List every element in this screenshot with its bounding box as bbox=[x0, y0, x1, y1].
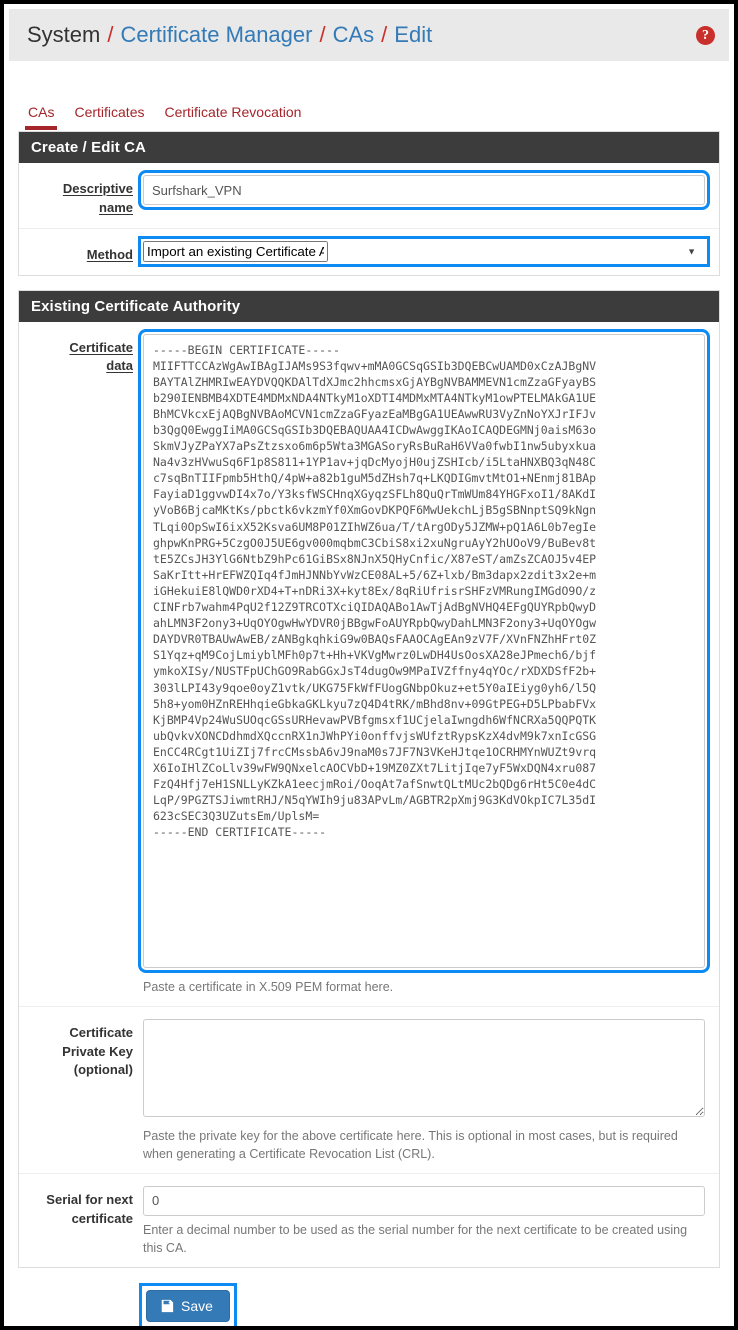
breadcrumb-separator: / bbox=[107, 22, 114, 47]
form-row-descriptive-name: Descriptive name bbox=[19, 163, 719, 229]
method-select[interactable] bbox=[143, 240, 328, 262]
tab-certificate-revocation[interactable]: Certificate Revocation bbox=[154, 104, 311, 130]
help-certificate-data: Paste a certificate in X.509 PEM format … bbox=[143, 979, 394, 994]
breadcrumb-item-edit[interactable]: Edit bbox=[394, 22, 432, 48]
breadcrumb-item-cas[interactable]: CAs bbox=[333, 22, 375, 48]
panel-body-create-edit-ca: Descriptive name Method ▼ bbox=[19, 163, 719, 275]
label-certificate-data-line1: Certificate bbox=[69, 339, 133, 355]
tab-bar: CAs Certificates Certificate Revocation bbox=[4, 75, 734, 131]
label-descriptive-name-line1: Descriptive bbox=[62, 181, 133, 196]
label-private-key-line3: (optional) bbox=[73, 1062, 133, 1078]
form-row-serial: Serial for next certificate Enter a deci… bbox=[19, 1174, 719, 1267]
breadcrumb-item-certificate-manager[interactable]: Certificate Manager bbox=[120, 22, 312, 48]
panel-body-existing-ca: Certificate data -----BEGIN CERTIFICATE-… bbox=[19, 321, 719, 1268]
breadcrumb-separator: / bbox=[319, 22, 326, 47]
certificate-data-textarea[interactable]: -----BEGIN CERTIFICATE----- MIIFTTCCAzWg… bbox=[138, 328, 710, 973]
label-descriptive-name: Descriptive name bbox=[19, 175, 143, 218]
field-wrap-private-key: Paste the private key for the above cert… bbox=[143, 1018, 719, 1163]
serial-input[interactable] bbox=[143, 1185, 705, 1216]
save-button[interactable]: Save bbox=[146, 1290, 230, 1323]
label-serial: Serial for next certificate bbox=[19, 1186, 143, 1257]
save-button-label: Save bbox=[181, 1298, 213, 1315]
help-private-key: Paste the private key for the above cert… bbox=[143, 1128, 678, 1161]
panel-create-edit-ca: Create / Edit CA Descriptive name Method bbox=[18, 131, 720, 276]
label-serial-line2: certificate bbox=[71, 1210, 133, 1226]
label-certificate-data-line2: data bbox=[106, 358, 133, 374]
tab-cas[interactable]: CAs bbox=[18, 104, 64, 130]
tab-certificates[interactable]: Certificates bbox=[64, 104, 154, 130]
panel-title-existing-ca: Existing Certificate Authority bbox=[19, 290, 719, 322]
field-wrap-descriptive-name bbox=[138, 170, 719, 218]
panel-title-create-edit-ca: Create / Edit CA bbox=[19, 132, 719, 163]
label-method-text: Method bbox=[86, 246, 133, 262]
floppy-disk-save-icon bbox=[160, 1299, 174, 1313]
label-private-key: Certificate Private Key (optional) bbox=[19, 1019, 143, 1163]
method-select-wrap: ▼ bbox=[138, 235, 710, 267]
page-root: System / Certificate Manager / CAs / Edi… bbox=[0, 0, 738, 1330]
help-serial: Enter a decimal number to be used as the… bbox=[143, 1222, 688, 1256]
form-row-private-key: Certificate Private Key (optional) Paste… bbox=[19, 1007, 719, 1174]
panel-existing-ca: Existing Certificate Authority Certifica… bbox=[18, 289, 720, 1269]
label-certificate-data: Certificate data bbox=[19, 334, 143, 996]
field-wrap-certificate-data: -----BEGIN CERTIFICATE----- MIIFTTCCAzWg… bbox=[138, 328, 719, 996]
private-key-textarea[interactable] bbox=[143, 1018, 705, 1117]
chevron-down-icon: ▼ bbox=[687, 246, 696, 257]
label-method: Method bbox=[19, 241, 143, 265]
label-private-key-line1: Certificate bbox=[69, 1024, 133, 1040]
label-serial-line1: Serial for next bbox=[46, 1191, 133, 1207]
save-highlight-ring: Save bbox=[139, 1283, 237, 1326]
form-row-method: Method ▼ bbox=[19, 229, 719, 275]
save-area: Save bbox=[4, 1268, 734, 1326]
label-descriptive-name-line2: name bbox=[99, 199, 133, 215]
descriptive-name-input[interactable] bbox=[138, 170, 710, 210]
field-wrap-method: ▼ bbox=[138, 235, 719, 267]
help-circle-icon[interactable]: ? bbox=[696, 25, 715, 45]
breadcrumb-separator: / bbox=[381, 22, 388, 47]
form-row-certificate-data: Certificate data -----BEGIN CERTIFICATE-… bbox=[19, 322, 719, 1007]
field-wrap-serial: Enter a decimal number to be used as the… bbox=[143, 1185, 719, 1257]
breadcrumb-item-system: System bbox=[27, 22, 101, 47]
label-private-key-line2: Private Key bbox=[62, 1043, 133, 1059]
breadcrumb: System / Certificate Manager / CAs / Edi… bbox=[9, 9, 729, 61]
